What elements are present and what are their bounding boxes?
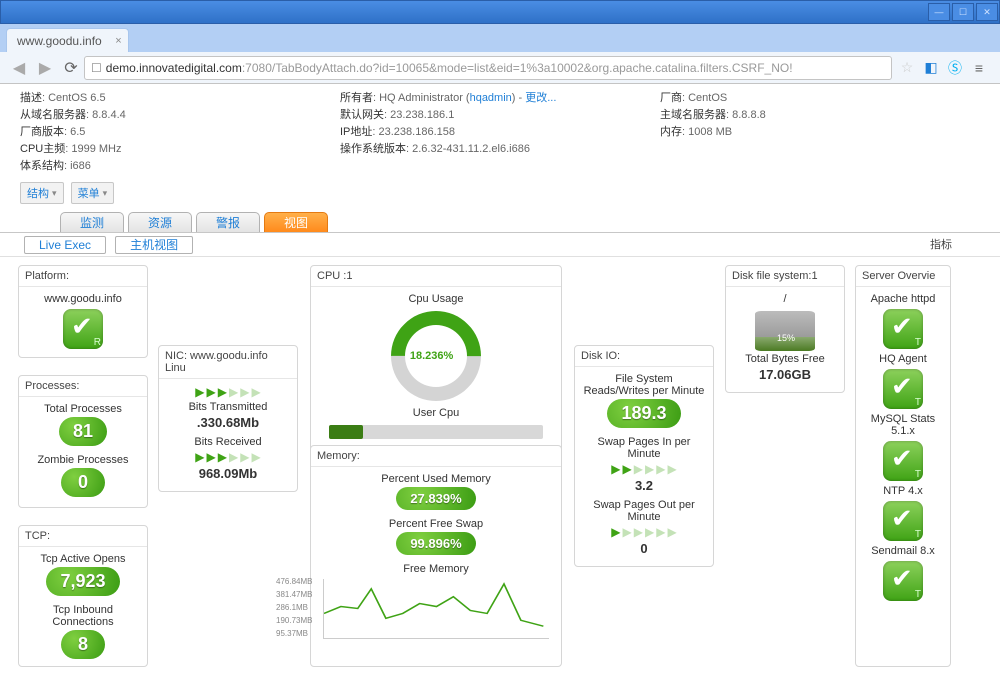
- zombie-processes-value: 0: [61, 468, 105, 497]
- tcp-active-value: 7,923: [46, 567, 119, 596]
- pointer-label: 指标: [930, 236, 952, 252]
- tab-alert[interactable]: 警报: [196, 212, 260, 232]
- platform-host: www.goodu.info: [25, 293, 141, 305]
- swap-in-value: 3.2: [581, 478, 707, 493]
- pct-free-swap-value: 99.896%: [396, 532, 475, 555]
- fs-rw-value: 189.3: [607, 399, 680, 428]
- structure-menu[interactable]: 结构: [20, 182, 64, 204]
- tab-monitor[interactable]: 监测: [60, 212, 124, 232]
- subtab-live-exec[interactable]: Live Exec: [24, 236, 106, 254]
- owner-link[interactable]: hqadmin: [470, 92, 512, 104]
- subtab-host-view[interactable]: 主机视图: [115, 236, 193, 254]
- platform-title: Platform:: [19, 266, 147, 287]
- processes-title: Processes:: [19, 376, 147, 397]
- free-memory-chart: 476.84MB 381.47MB 286.1MB 190.73MB 95.37…: [323, 579, 549, 639]
- skype-icon[interactable]: Ⓢ: [946, 59, 964, 77]
- page-icon: ☐: [91, 61, 102, 75]
- tab-title: www.goodu.info: [17, 34, 102, 48]
- check-icon: T: [883, 441, 923, 481]
- pct-used-mem-value: 27.839%: [396, 487, 475, 510]
- menu-menu[interactable]: 菜单: [71, 182, 115, 204]
- cpu-title: CPU :1: [311, 266, 561, 287]
- minimize-button[interactable]: —: [928, 3, 950, 21]
- server-item-label: Apache httpd: [862, 293, 944, 305]
- info-header: 描述: CentOS 6.5 从域名服务器: 8.8.4.4 厂商版本: 6.5…: [0, 84, 1000, 178]
- forward-button[interactable]: ▶: [32, 55, 58, 81]
- nic-title: NIC: www.goodu.info Linu: [159, 346, 297, 379]
- diskfs-title: Disk file system:1: [726, 266, 844, 287]
- tab-view[interactable]: 视图: [264, 212, 328, 232]
- star-icon[interactable]: ☆: [898, 59, 916, 77]
- user-cpu-bar: [329, 425, 543, 439]
- check-icon: T: [883, 309, 923, 349]
- server-item-label: NTP 4.x: [862, 485, 944, 497]
- bits-rx-value: 968.09Mb: [165, 466, 291, 481]
- back-button[interactable]: ◀: [6, 55, 32, 81]
- server-item-label: Sendmail 8.x: [862, 545, 944, 557]
- check-icon: R: [63, 309, 103, 349]
- check-icon: T: [883, 501, 923, 541]
- arrow-row-icon: ▶▶▶▶▶▶: [165, 385, 291, 399]
- bits-tx-value: .330.68Mb: [165, 415, 291, 430]
- check-icon: T: [883, 561, 923, 601]
- swap-out-value: 0: [581, 541, 707, 556]
- disk-cylinder-icon: 15%: [755, 311, 815, 351]
- extension-icon[interactable]: ◧: [922, 59, 940, 77]
- address-bar[interactable]: ☐ demo.innovatedigital.com:7080/TabBodyA…: [84, 56, 892, 80]
- maximize-button[interactable]: ☐: [952, 3, 974, 21]
- check-icon: T: [883, 369, 923, 409]
- tcp-title: TCP:: [19, 526, 147, 547]
- bytes-free-value: 17.06GB: [732, 367, 838, 382]
- tcp-inbound-value: 8: [61, 630, 105, 659]
- server-item-label: HQ Agent: [862, 353, 944, 365]
- total-processes-value: 81: [59, 417, 107, 446]
- memory-title: Memory:: [311, 446, 561, 467]
- change-owner-link[interactable]: 更改...: [525, 92, 556, 104]
- close-tab-icon[interactable]: ×: [115, 35, 121, 47]
- cpu-gauge-icon: 18.236%: [372, 292, 499, 419]
- diskio-title: Disk IO:: [575, 346, 713, 367]
- reload-button[interactable]: ⟳: [58, 55, 84, 81]
- server-overview-title: Server Overvie: [856, 266, 950, 287]
- server-item-label: MySQL Stats 5.1.x: [862, 413, 944, 437]
- browser-tab[interactable]: www.goodu.info ×: [6, 28, 129, 52]
- tab-resource[interactable]: 资源: [128, 212, 192, 232]
- menu-icon[interactable]: ≡: [970, 59, 988, 77]
- close-window-button[interactable]: ✕: [976, 3, 998, 21]
